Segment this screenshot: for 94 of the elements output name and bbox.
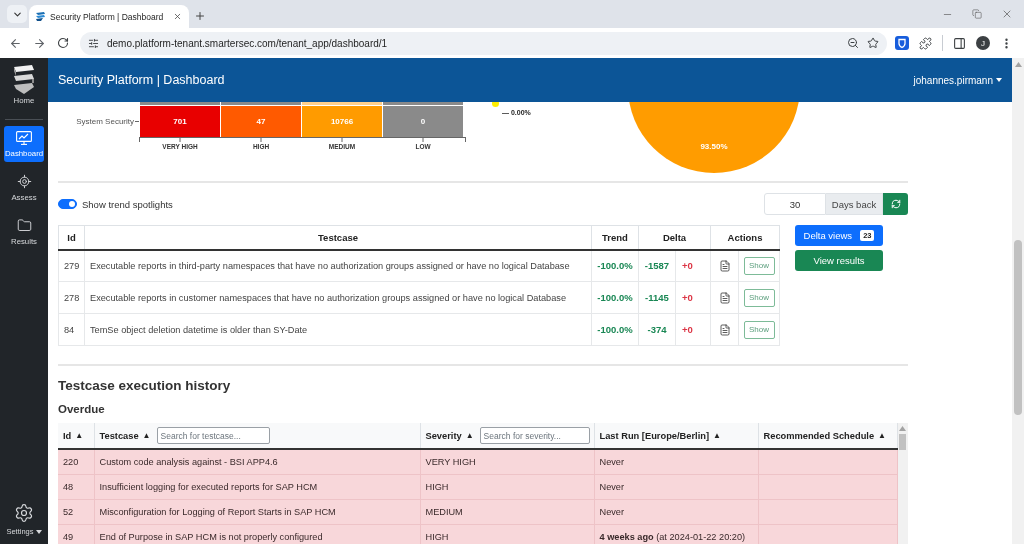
column-header: Id (58, 225, 85, 250)
side-panel-icon[interactable] (953, 36, 966, 50)
back-arrow-icon (8, 36, 22, 50)
column-header: Testcase (84, 225, 592, 250)
monitor-chart-icon (16, 130, 32, 145)
extensions-puzzle-icon[interactable] (919, 36, 932, 50)
column-header: Delta (638, 225, 711, 250)
toggle-switch[interactable] (58, 199, 77, 209)
column-header: Actions (710, 225, 780, 250)
days-input[interactable]: 30 (764, 193, 826, 215)
sort-arrow[interactable]: ▲ (878, 431, 886, 440)
table-cell: +0 (675, 281, 711, 314)
view-results-button[interactable]: View results (795, 250, 883, 271)
table-cell: -100.0% (591, 249, 639, 282)
restore-icon (972, 9, 982, 19)
caret-down-icon (996, 78, 1002, 82)
column-label[interactable]: Recommended Schedule (763, 430, 875, 441)
document-icon[interactable] (718, 259, 731, 272)
row-label: System Security (76, 117, 134, 126)
toggle-label: Show trend spotlights (82, 198, 173, 210)
sort-arrow[interactable]: ▲ (713, 431, 721, 440)
table-cell: Never (594, 474, 758, 499)
table-cell: 49 (58, 524, 94, 544)
heatmap-cell: 10766 (302, 106, 382, 137)
zoom-out-icon[interactable] (847, 37, 859, 49)
table-cell: HIGH (420, 474, 594, 499)
page-title: Security Platform | Dashboard (58, 73, 225, 87)
table-cell: 278 (58, 281, 85, 314)
column-label[interactable]: Last Run [Europe/Berlin] (599, 430, 709, 441)
heatmap-cell: 701 (140, 106, 220, 137)
table-cell: Insufficient logging for executed reports for SAP HCM (94, 474, 420, 499)
subsection-title: Overdue (58, 402, 106, 417)
document-icon[interactable] (718, 291, 731, 304)
table-cell: -100.0% (591, 313, 639, 346)
address-bar[interactable]: demo.platform-tenant.smartersec.com/tenant_app/dashboard/1 (80, 31, 887, 55)
heatmap-cell: 0 (383, 106, 463, 137)
table-cell: 279 (58, 249, 85, 282)
slice-label: 93.50% (700, 142, 728, 151)
refresh-button[interactable] (883, 193, 908, 215)
table-cell: MEDIUM (420, 499, 594, 524)
site-settings-icon (88, 37, 99, 49)
document-icon[interactable] (718, 323, 731, 336)
shield-extension-icon[interactable] (895, 36, 909, 50)
table-cell: -1145 (638, 281, 676, 314)
plus-icon (194, 10, 206, 22)
table-cell: 48 (58, 474, 94, 499)
table-cell: +0 (675, 249, 711, 282)
profile-avatar[interactable]: J (976, 36, 990, 50)
crosshair-icon (16, 174, 32, 189)
column-label[interactable]: Id (63, 430, 72, 441)
axis-tick (135, 121, 139, 122)
forward-arrow-icon (32, 36, 46, 50)
column-label[interactable]: Testcase (99, 430, 139, 441)
logo-icon (12, 64, 36, 95)
table-cell: Executable reports in customer namespaces that have no authorization groups assigned or have no logical Database (84, 281, 592, 314)
caret-down-icon (35, 529, 42, 534)
section-title: Testcase execution history (58, 377, 232, 395)
settings-icon (14, 503, 34, 523)
user-menu[interactable]: johannes.pirmann (913, 74, 1002, 86)
table-cell: TemSe object deletion datetime is older than SY-Date (84, 313, 592, 346)
table-cell: -100.0% (591, 281, 639, 314)
reload-icon (57, 37, 69, 49)
input-addon: Days back (826, 193, 883, 215)
table-cell: Never (594, 499, 758, 524)
sort-arrow[interactable]: ▲ (465, 431, 474, 440)
bookmark-star-icon[interactable] (867, 37, 879, 49)
table-cell: Executable reports in third-party namespaces that have no authorization groups assigned or have no logical Database (84, 249, 592, 282)
column-header: Trend (591, 225, 639, 250)
table-cell: +0 (675, 313, 711, 346)
table-cell: 84 (58, 313, 85, 346)
heatmap-cell: 47 (221, 106, 301, 137)
close-icon (172, 12, 182, 21)
table-cell: Misconfiguration for Logging of Report Starts in SAP HCM (94, 499, 420, 524)
table-cell: Never (594, 449, 758, 474)
logo-icon (35, 11, 46, 22)
scroll-up-arrow-icon (899, 426, 907, 431)
folder-icon (16, 218, 32, 233)
tab-search-button[interactable] (7, 5, 27, 23)
table-cell: 52 (58, 499, 94, 524)
browser-tab[interactable]: Security Platform | Dashboard (29, 5, 189, 28)
column-label[interactable]: Severity (425, 430, 462, 441)
table-cell: -374 (638, 313, 676, 346)
table-cell: -1587 (638, 249, 676, 282)
table-cell: 220 (58, 449, 94, 474)
scrollbar-thumb (899, 434, 907, 450)
sort-arrow[interactable]: ▲ (142, 431, 151, 440)
scroll-up-arrow-icon (1014, 62, 1022, 67)
refresh-icon (890, 199, 901, 209)
search-field[interactable]: Search for severity... (479, 427, 590, 444)
table-cell: VERY HIGH (420, 449, 594, 474)
close-icon (1001, 8, 1013, 20)
table-cell: Custom code analysis against - BSI APP4.6 (94, 449, 420, 474)
search-field[interactable]: Search for testcase... (156, 427, 270, 444)
sort-arrow[interactable]: ▲ (75, 431, 84, 440)
